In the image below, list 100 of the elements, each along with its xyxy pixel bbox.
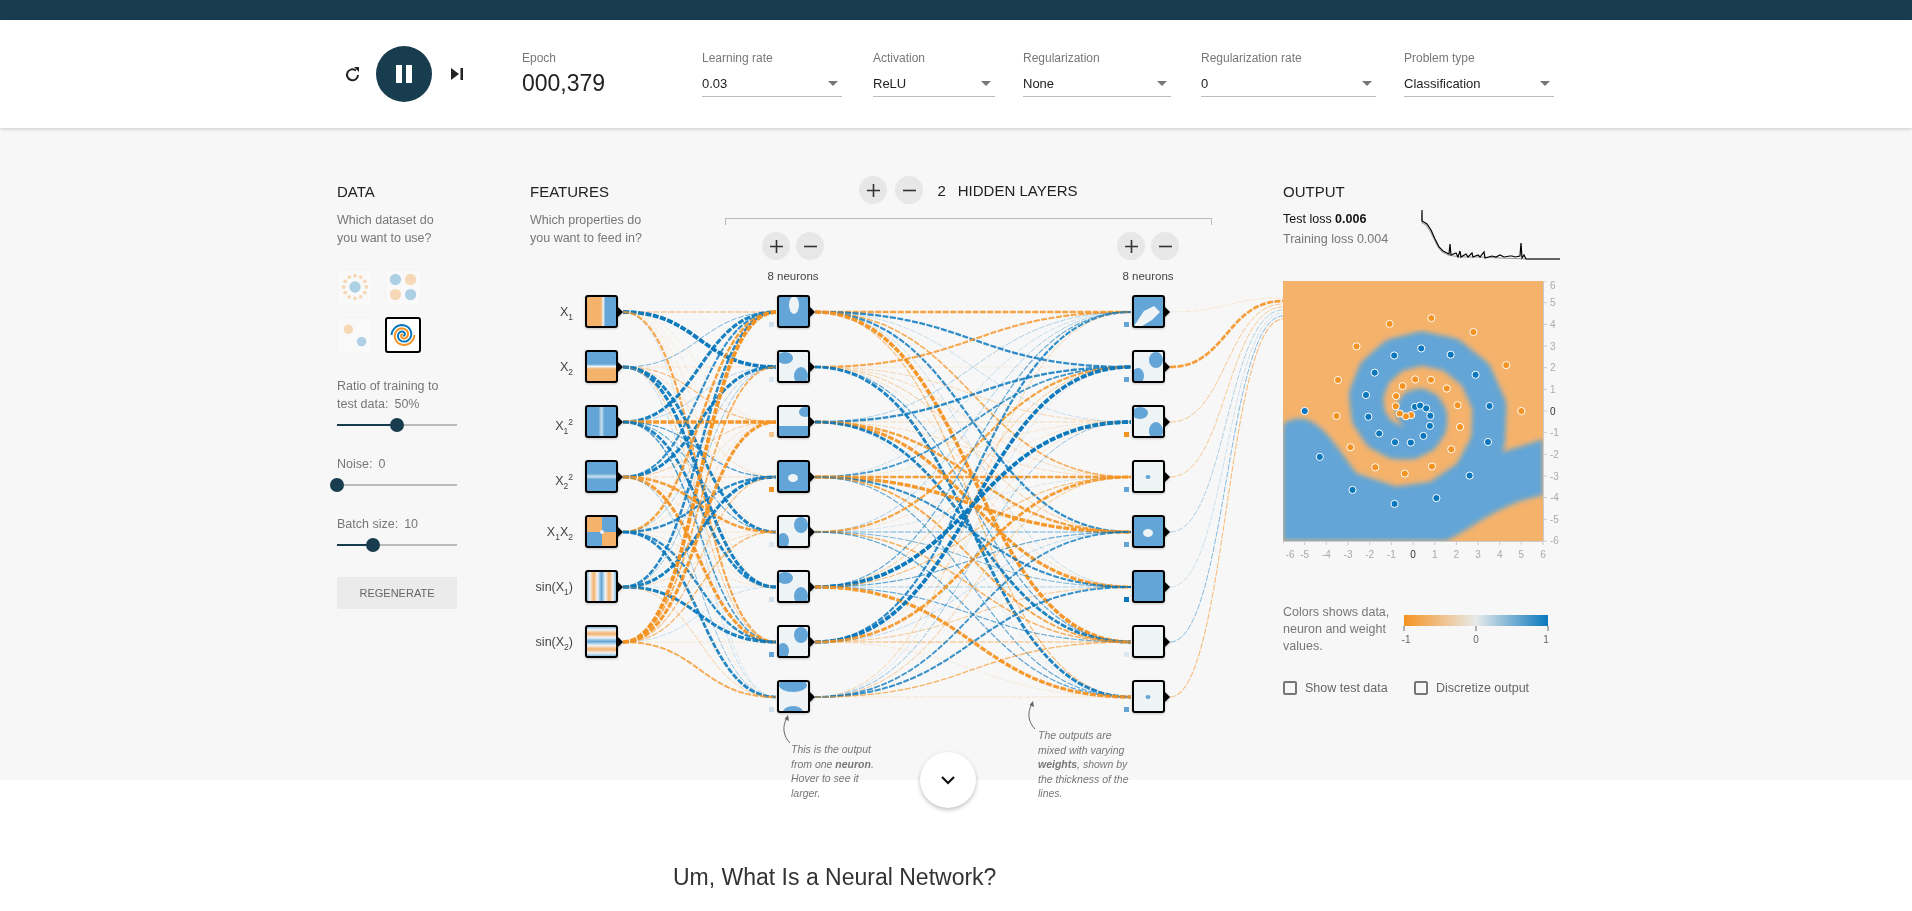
- tick-label: 6: [1540, 549, 1546, 560]
- neuron-node[interactable]: [1131, 460, 1171, 494]
- pause-button[interactable]: [376, 46, 432, 102]
- neuron-node[interactable]: [776, 460, 816, 494]
- bias-marker: [1124, 542, 1129, 547]
- regenerate-button[interactable]: REGENERATE: [337, 577, 457, 609]
- tick-label: 3: [1550, 340, 1556, 352]
- dataset-thumbnail[interactable]: [385, 317, 421, 353]
- dropdown-field[interactable]: Classification: [1404, 71, 1554, 97]
- tick-label: 5: [1518, 549, 1525, 560]
- tick-label: -6: [1550, 535, 1559, 546]
- add-neuron-button[interactable]: [762, 232, 790, 260]
- field-label: Epoch: [522, 51, 558, 65]
- feature-node[interactable]: [584, 295, 624, 329]
- scale-label: -1: [1401, 634, 1411, 645]
- legend-text: Colors shows data, neuron and weight values.: [1283, 604, 1391, 655]
- feature-label: X$_{1}$X$_{2}$: [545, 524, 573, 544]
- data-point: [1427, 462, 1436, 471]
- caret-icon: [828, 81, 838, 86]
- feature-node[interactable]: [584, 460, 624, 494]
- dropdown-field[interactable]: 0.03: [702, 71, 842, 97]
- data-point: [1364, 412, 1373, 421]
- plus-icon: [1124, 239, 1138, 253]
- section-description: Which dataset do you want to use?: [337, 212, 435, 247]
- neuron-node[interactable]: [1131, 350, 1171, 384]
- neuron-node[interactable]: [776, 295, 816, 329]
- feature-node[interactable]: [584, 625, 624, 659]
- add-neuron-button[interactable]: [1117, 232, 1145, 260]
- checkbox-box[interactable]: [1283, 681, 1297, 695]
- section-title: HIDDEN LAYERS: [957, 181, 1078, 199]
- tick-label: -2: [1365, 549, 1375, 560]
- data-point: [1391, 402, 1400, 411]
- tick-label: 1: [1431, 549, 1438, 560]
- add-layer-button[interactable]: [859, 176, 888, 204]
- neuron-node[interactable]: [776, 350, 816, 384]
- tick-label: 6: [1550, 281, 1556, 291]
- neuron-node[interactable]: [1131, 515, 1171, 549]
- data-point: [1400, 469, 1409, 478]
- loss-value: 0.006: [1335, 212, 1367, 226]
- neuron-node[interactable]: [1131, 295, 1171, 329]
- data-point: [1371, 463, 1380, 472]
- slider-thumb[interactable]: [390, 418, 404, 432]
- dropdown-field[interactable]: None: [1023, 71, 1171, 97]
- data-point: [1315, 452, 1324, 461]
- field-label: Regularization: [1023, 51, 1101, 65]
- slider-thumb[interactable]: [330, 478, 344, 492]
- neuron-node[interactable]: [776, 680, 816, 714]
- neuron-node[interactable]: [1131, 680, 1171, 714]
- data-point: [1411, 375, 1420, 384]
- step-button[interactable]: [450, 67, 464, 81]
- scale-label: 1: [1543, 634, 1549, 645]
- tick-label: -3: [1550, 470, 1559, 482]
- data-point: [1333, 375, 1343, 385]
- data-point: [1390, 351, 1399, 360]
- plus-icon: [769, 239, 783, 253]
- feature-node[interactable]: [584, 570, 624, 604]
- feature-node[interactable]: [584, 405, 624, 439]
- bias-marker: [769, 377, 774, 382]
- field-label: Problem type: [1404, 51, 1476, 65]
- neuron-node[interactable]: [1131, 625, 1171, 659]
- data-point: [1446, 350, 1455, 359]
- chevron-down-icon: [941, 775, 955, 785]
- data-point: [1398, 382, 1407, 391]
- data-point: [1390, 438, 1400, 447]
- neuron-node[interactable]: [1131, 570, 1171, 604]
- minus-icon: [902, 188, 916, 192]
- data-point: [1401, 412, 1410, 421]
- data-point: [1502, 361, 1511, 370]
- data-point: [1375, 429, 1384, 438]
- neuron-node[interactable]: [776, 570, 816, 604]
- field-label: Learning rate: [702, 51, 774, 65]
- tick-label: -2: [1550, 448, 1559, 460]
- slider-thumb[interactable]: [366, 538, 380, 552]
- data-point: [1385, 319, 1394, 328]
- section-title: FEATURES: [530, 183, 610, 201]
- neuron-node[interactable]: [776, 625, 816, 659]
- neuron-node[interactable]: [776, 405, 816, 439]
- data-point: [1485, 401, 1494, 411]
- slider-label: Batch size: 10: [337, 516, 420, 533]
- neuron-count: 8 neurons: [766, 269, 820, 284]
- data-point: [1471, 370, 1480, 379]
- checkbox-box[interactable]: [1414, 681, 1428, 695]
- feature-node[interactable]: [584, 515, 624, 549]
- dropdown-field[interactable]: 0: [1201, 71, 1376, 97]
- data-point: [1483, 437, 1493, 447]
- dropdown-field[interactable]: ReLU: [873, 71, 995, 97]
- annotation-text: This is the output from one neuron. Hover to see it larger.: [791, 742, 875, 800]
- bias-marker: [1124, 322, 1129, 327]
- caret-icon: [981, 81, 991, 86]
- neuron-node[interactable]: [776, 515, 816, 549]
- feature-node[interactable]: [584, 350, 624, 384]
- checkbox[interactable]: Discretize output: [1414, 679, 1530, 697]
- section-heading: Um, What Is a Neural Network?: [673, 863, 998, 891]
- checkbox[interactable]: Show test data: [1283, 679, 1414, 697]
- loss-label: Training loss: [1283, 232, 1355, 246]
- pause-icon: [395, 64, 413, 84]
- data-point: [1417, 344, 1426, 353]
- neuron-node[interactable]: [1131, 405, 1171, 439]
- minus-icon: [803, 244, 817, 248]
- data-point: [1346, 443, 1355, 452]
